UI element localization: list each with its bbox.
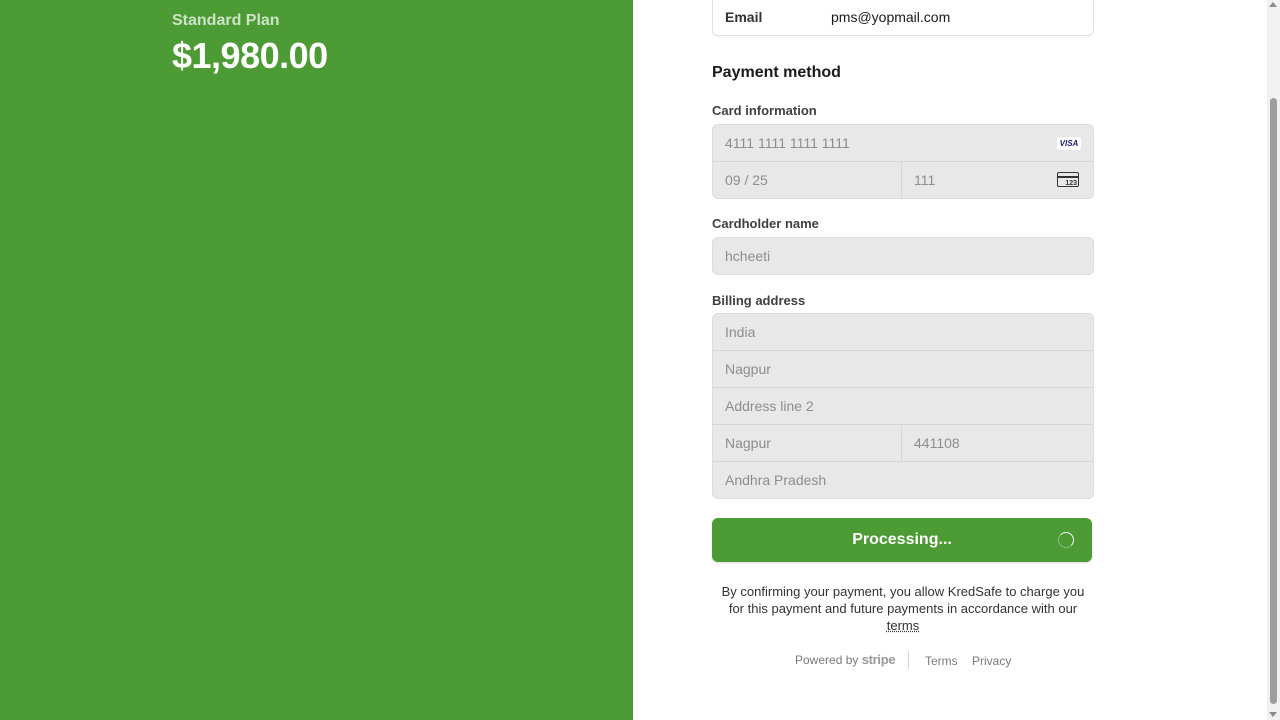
card-information-label: Card information [712,103,817,118]
billing-country-select[interactable]: India [713,314,1093,350]
email-label: Email [725,9,763,25]
scroll-down-arrow-icon[interactable] [1269,712,1277,717]
powered-by-stripe[interactable]: Powered by stripe [795,652,896,667]
email-value: pms@yopmail.com [831,9,951,25]
billing-country-row: India [713,314,1093,350]
billing-line1-input[interactable]: Nagpur [713,351,1093,387]
scroll-up-arrow-icon[interactable] [1269,2,1277,7]
order-summary-panel: Standard Plan $1,980.00 [0,0,633,720]
footer-terms-link[interactable]: Terms [925,654,958,668]
footer-divider [908,651,909,669]
card-information-group: 4111 1111 1111 1111 VISA 09 / 25 111 123 [712,124,1094,199]
card-expiry-input[interactable]: 09 / 25 [713,162,902,198]
powered-by-text: Powered by [795,653,859,667]
billing-line2-input[interactable]: Address line 2 [713,388,1093,424]
cardholder-name-input[interactable]: hcheeti [713,238,1093,274]
plan-price: $1,980.00 [172,35,328,76]
spinner-icon [1058,532,1074,548]
billing-address-group: India Nagpur Address line 2 Nagpur 44110… [712,313,1094,499]
card-number-row: 4111 1111 1111 1111 VISA [713,125,1093,161]
billing-city-input[interactable]: Nagpur [713,425,902,461]
billing-line2-row: Address line 2 [713,387,1093,424]
submit-payment-button[interactable]: Processing... [712,518,1092,562]
billing-city-postal-row: Nagpur 441108 [713,424,1093,461]
payment-panel: Email pms@yopmail.com Payment method Car… [633,0,1267,720]
visa-icon: VISA [1057,137,1081,150]
footer-privacy-link[interactable]: Privacy [972,654,1011,668]
billing-state-select[interactable]: Andhra Pradesh [713,462,1093,498]
submit-button-label: Processing... [852,531,952,548]
email-field[interactable]: Email pms@yopmail.com [712,0,1094,36]
payment-method-title: Payment method [712,64,841,81]
cardholder-name-group: hcheeti [712,237,1094,275]
consent-text: By confirming your payment, you allow Kr… [720,583,1086,634]
billing-postal-input[interactable]: 441108 [902,425,1093,461]
consent-body: By confirming your payment, you allow Kr… [721,584,1085,616]
card-expiry-cvc-row: 09 / 25 111 123 [713,161,1093,198]
cvc-card-icon: 123 [1057,172,1079,187]
billing-state-row: Andhra Pradesh [713,461,1093,498]
billing-address-label: Billing address [712,293,806,308]
page-scrollbar[interactable] [1267,0,1280,720]
billing-line1-row: Nagpur [713,350,1093,387]
scroll-thumb[interactable] [1270,98,1277,704]
consent-terms-link[interactable]: terms [887,618,920,633]
plan-name: Standard Plan [172,12,280,29]
stripe-logo: stripe [861,652,896,667]
cardholder-name-row: hcheeti [713,238,1093,274]
cardholder-name-label: Cardholder name [712,216,819,231]
card-number-input[interactable]: 4111 1111 1111 1111 [713,125,1093,161]
